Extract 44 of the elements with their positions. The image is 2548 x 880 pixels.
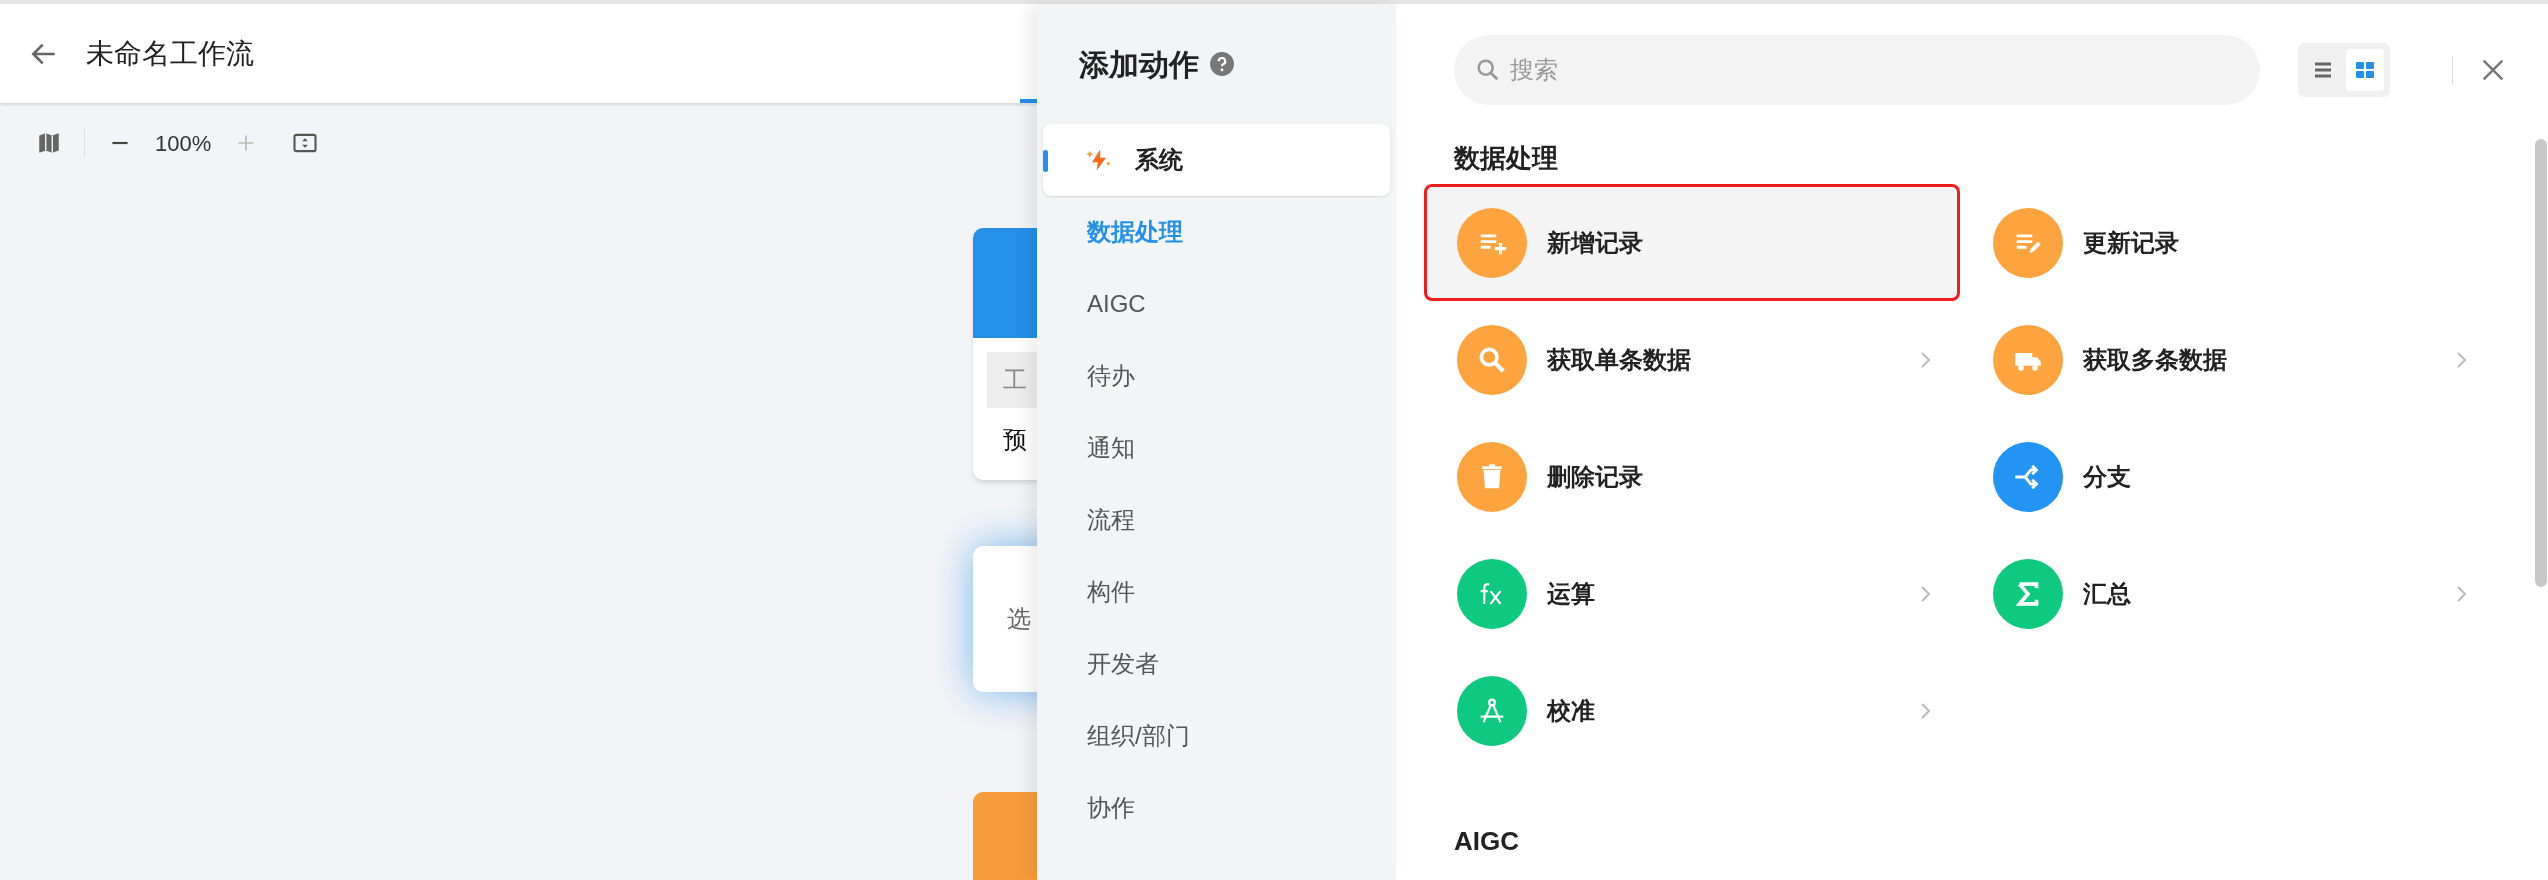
action-item[interactable]: 获取多条数据 <box>1960 301 2496 418</box>
search-field[interactable]: 搜索 <box>1454 35 2260 105</box>
category-item[interactable]: 构件 <box>1043 556 1390 628</box>
panel-title: 添加动作 <box>1079 46 1199 83</box>
action-item[interactable]: 汇总 <box>1960 535 2496 652</box>
action-label: 删除记录 <box>1547 461 1644 492</box>
category-item[interactable]: 流程 <box>1043 484 1390 556</box>
workflow-card[interactable]: 选 <box>973 546 1037 692</box>
field-label: 工 <box>1003 365 1027 395</box>
card-text: 预 <box>1002 425 1028 455</box>
card-text: 选 <box>1007 604 1031 634</box>
action-label: 分支 <box>2083 461 2132 492</box>
action-item[interactable]: 新增记录 <box>1424 184 1960 301</box>
workflow-title: 未命名工作流 <box>86 36 254 71</box>
category-item[interactable]: 组织/部门 <box>1043 700 1390 772</box>
category-group-label: 系统 <box>1135 145 1183 175</box>
zoom-level: 100% <box>155 129 212 158</box>
action-label: 运算 <box>1547 578 1596 609</box>
action-label: 更新记录 <box>2083 227 2180 258</box>
action-item[interactable]: 分支 <box>1960 418 2496 535</box>
action-item[interactable]: 校准 <box>1424 652 1960 769</box>
map-icon[interactable] <box>36 130 62 156</box>
action-item[interactable]: 获取单条数据 <box>1424 301 1960 418</box>
category-item[interactable]: 通知 <box>1043 412 1390 484</box>
category-item[interactable]: 协作 <box>1043 772 1390 844</box>
action-label: 获取单条数据 <box>1547 344 1692 375</box>
action-label: 新增记录 <box>1547 227 1644 258</box>
scrollbar[interactable] <box>2535 139 2547 587</box>
selection-indicator <box>1043 150 1048 172</box>
action-label: 获取多条数据 <box>2083 344 2228 375</box>
action-label: 汇总 <box>2083 578 2132 609</box>
category-item[interactable]: 开发者 <box>1043 628 1390 700</box>
action-label: 校准 <box>1547 695 1596 726</box>
section-title: AIGC <box>1454 825 1520 858</box>
action-item[interactable]: 删除记录 <box>1424 418 1960 535</box>
category-item[interactable]: AIGC <box>1043 268 1390 340</box>
action-item[interactable]: 更新记录 <box>1960 184 2496 301</box>
category-item[interactable]: 待办 <box>1043 340 1390 412</box>
grid-view-button[interactable] <box>2346 49 2384 91</box>
category-group[interactable]: 系统 <box>1043 124 1390 196</box>
help-icon <box>1209 51 1235 77</box>
action-item[interactable]: 运算 <box>1424 535 1960 652</box>
workflow-card[interactable]: 工 预 <box>973 228 1037 480</box>
section-title: 数据处理 <box>1454 142 1559 175</box>
